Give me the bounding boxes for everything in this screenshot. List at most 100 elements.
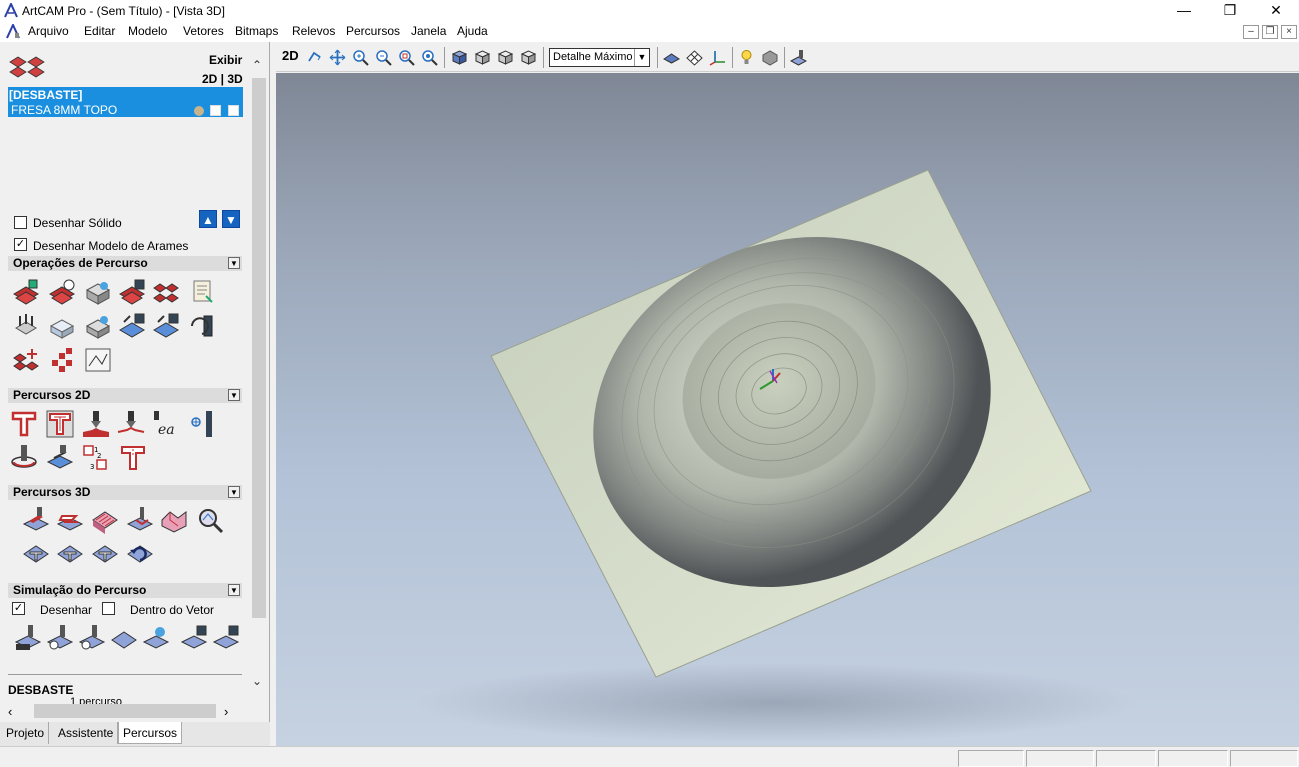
menu-editar[interactable]: Editar	[83, 24, 116, 38]
save-simulation-icon[interactable]	[180, 624, 208, 652]
rotary-axis-icon[interactable]	[188, 312, 216, 340]
collapse-arrow-icon[interactable]: ▼	[228, 486, 240, 498]
move-up-button[interactable]: ▲	[199, 210, 217, 228]
machine-vectors-icon[interactable]	[10, 444, 38, 472]
menu-ajuda[interactable]: Ajuda	[456, 24, 489, 38]
section-3d-header[interactable]: Percursos 3D ▼	[8, 485, 242, 500]
machine-relief-icon[interactable]	[22, 506, 50, 534]
side-view-icon[interactable]	[497, 49, 514, 66]
toolpath-info-icon[interactable]	[48, 278, 76, 306]
engraving-text-icon[interactable]: ea	[152, 410, 180, 438]
simulate-toolpath-icon[interactable]	[14, 624, 42, 652]
chevron-down-icon[interactable]: ▼	[634, 49, 649, 66]
menu-percursos[interactable]: Percursos	[345, 24, 401, 38]
undo-toolpath-icon[interactable]	[126, 540, 154, 568]
mdi-close-button[interactable]: ×	[1281, 25, 1297, 39]
calculate-toolpath-icon[interactable]	[12, 278, 40, 306]
zoom-extents-icon[interactable]	[421, 49, 438, 66]
sim-draw-checkbox[interactable]: ✓	[12, 602, 25, 615]
mdi-restore-button[interactable]: ❐	[1262, 25, 1278, 39]
front-view-icon[interactable]	[474, 49, 491, 66]
tab-projeto[interactable]: Projeto	[2, 722, 50, 744]
menu-vetores[interactable]: Vetores	[182, 24, 225, 38]
menu-modelo[interactable]: Modelo	[127, 24, 168, 38]
restore-button[interactable]: ❐	[1207, 0, 1253, 22]
section-operations-header[interactable]: Operações de Percurso ▼	[8, 256, 242, 271]
merge-toolpaths-icon[interactable]	[152, 278, 180, 306]
viewport-3d[interactable]	[276, 73, 1299, 746]
pencil-milling-icon[interactable]	[160, 506, 188, 534]
show-toolpath-icon[interactable]	[790, 49, 807, 66]
save-toolpath-icon[interactable]	[118, 278, 146, 306]
material-shade-icon[interactable]	[761, 49, 778, 66]
view-2d-3d-toggle[interactable]: 2D | 3D	[202, 72, 243, 86]
toolpath-status-dot[interactable]	[194, 106, 204, 116]
bevel-carving-icon[interactable]	[117, 410, 145, 438]
detail-level-select[interactable]: Detalhe Máximo ▼	[549, 48, 650, 67]
sim-inside-vector-checkbox[interactable]	[102, 602, 115, 615]
draw-solid-checkbox[interactable]	[14, 216, 27, 229]
vbit-carving-icon[interactable]	[82, 410, 110, 438]
z-level-roughing-icon[interactable]	[56, 506, 84, 534]
toolpath-transform-icon[interactable]	[12, 312, 40, 340]
iso-view-icon[interactable]	[451, 49, 468, 66]
menu-relevos[interactable]: Relevos	[291, 24, 336, 38]
smart-engraving-icon[interactable]	[119, 444, 147, 472]
feature-machining-icon[interactable]: 123	[82, 444, 110, 472]
material-block-icon[interactable]	[48, 312, 76, 340]
set-material-icon[interactable]	[84, 312, 112, 340]
horizontal-scrollbar-thumb[interactable]	[34, 704, 216, 718]
grid-plane-icon[interactable]	[686, 49, 703, 66]
toolpath-preview-icon[interactable]	[84, 346, 112, 374]
mdi-minimize-button[interactable]: –	[1243, 25, 1259, 39]
scroll-right-arrow-icon[interactable]: ›	[224, 704, 228, 719]
lighting-icon[interactable]	[738, 49, 755, 66]
profile-toolpath-icon[interactable]	[10, 410, 38, 438]
zoom-window-icon[interactable]	[398, 49, 415, 66]
drilling-icon[interactable]	[188, 410, 216, 438]
toolpath-visibility-box[interactable]	[210, 105, 221, 116]
batch-calculate-icon[interactable]	[12, 346, 40, 374]
top-view-icon[interactable]	[520, 49, 537, 66]
move-down-button[interactable]: ▼	[222, 210, 240, 228]
inlay-toolpath-icon[interactable]	[46, 444, 74, 472]
raster-finishing-icon[interactable]	[91, 506, 119, 534]
scroll-up-arrow-icon[interactable]: ⌃	[252, 58, 262, 72]
toolpath-array-icon[interactable]	[48, 346, 76, 374]
section-2d-header[interactable]: Percursos 2D ▼	[8, 388, 242, 403]
pan-view-icon[interactable]	[329, 49, 346, 66]
rest-machining-icon[interactable]	[126, 506, 154, 534]
vertical-scrollbar-thumb[interactable]	[252, 78, 266, 618]
collapse-arrow-icon[interactable]: ▼	[228, 257, 240, 269]
tab-assistente[interactable]: Assistente	[54, 722, 119, 744]
scroll-left-arrow-icon[interactable]: ‹	[8, 704, 12, 719]
save-layer-icon[interactable]	[118, 312, 146, 340]
toolpath-list-item[interactable]: [DESBASTE] FRESA 8MM TOPO	[8, 87, 243, 117]
engrave-3d-icon[interactable]	[91, 540, 119, 568]
profile-3d-icon[interactable]	[22, 540, 50, 568]
minimize-button[interactable]: —	[1161, 0, 1207, 22]
toolpath-layers-icon[interactable]	[8, 52, 48, 82]
toolpath-show3d-box[interactable]	[228, 105, 239, 116]
clearance-3d-icon[interactable]	[56, 540, 84, 568]
material-setup-icon[interactable]	[84, 278, 112, 306]
collapse-arrow-icon[interactable]: ▼	[228, 584, 240, 596]
axes-icon[interactable]	[709, 49, 726, 66]
section-simulation-header[interactable]: Simulação do Percurso ▼	[8, 583, 242, 598]
toolpath-template-icon[interactable]	[188, 278, 216, 306]
zoom-out-icon[interactable]	[375, 49, 392, 66]
area-clearance-icon[interactable]	[46, 410, 74, 438]
menu-bitmaps[interactable]: Bitmaps	[234, 24, 279, 38]
shaded-plane-icon[interactable]	[663, 49, 680, 66]
rotate-view-icon[interactable]	[306, 49, 323, 66]
close-button[interactable]: ✕	[1253, 0, 1299, 22]
menu-janela[interactable]: Janela	[410, 24, 447, 38]
tab-percursos[interactable]: Percursos	[118, 722, 183, 744]
save-group-icon[interactable]	[152, 312, 180, 340]
collapse-arrow-icon[interactable]: ▼	[228, 389, 240, 401]
simulation-block-icon[interactable]	[110, 624, 138, 652]
zoom-in-icon[interactable]	[352, 49, 369, 66]
menu-arquivo[interactable]: Arquivo	[27, 24, 70, 38]
simulate-fast-icon[interactable]	[46, 624, 74, 652]
toolpath-inspect-icon[interactable]	[196, 506, 224, 534]
